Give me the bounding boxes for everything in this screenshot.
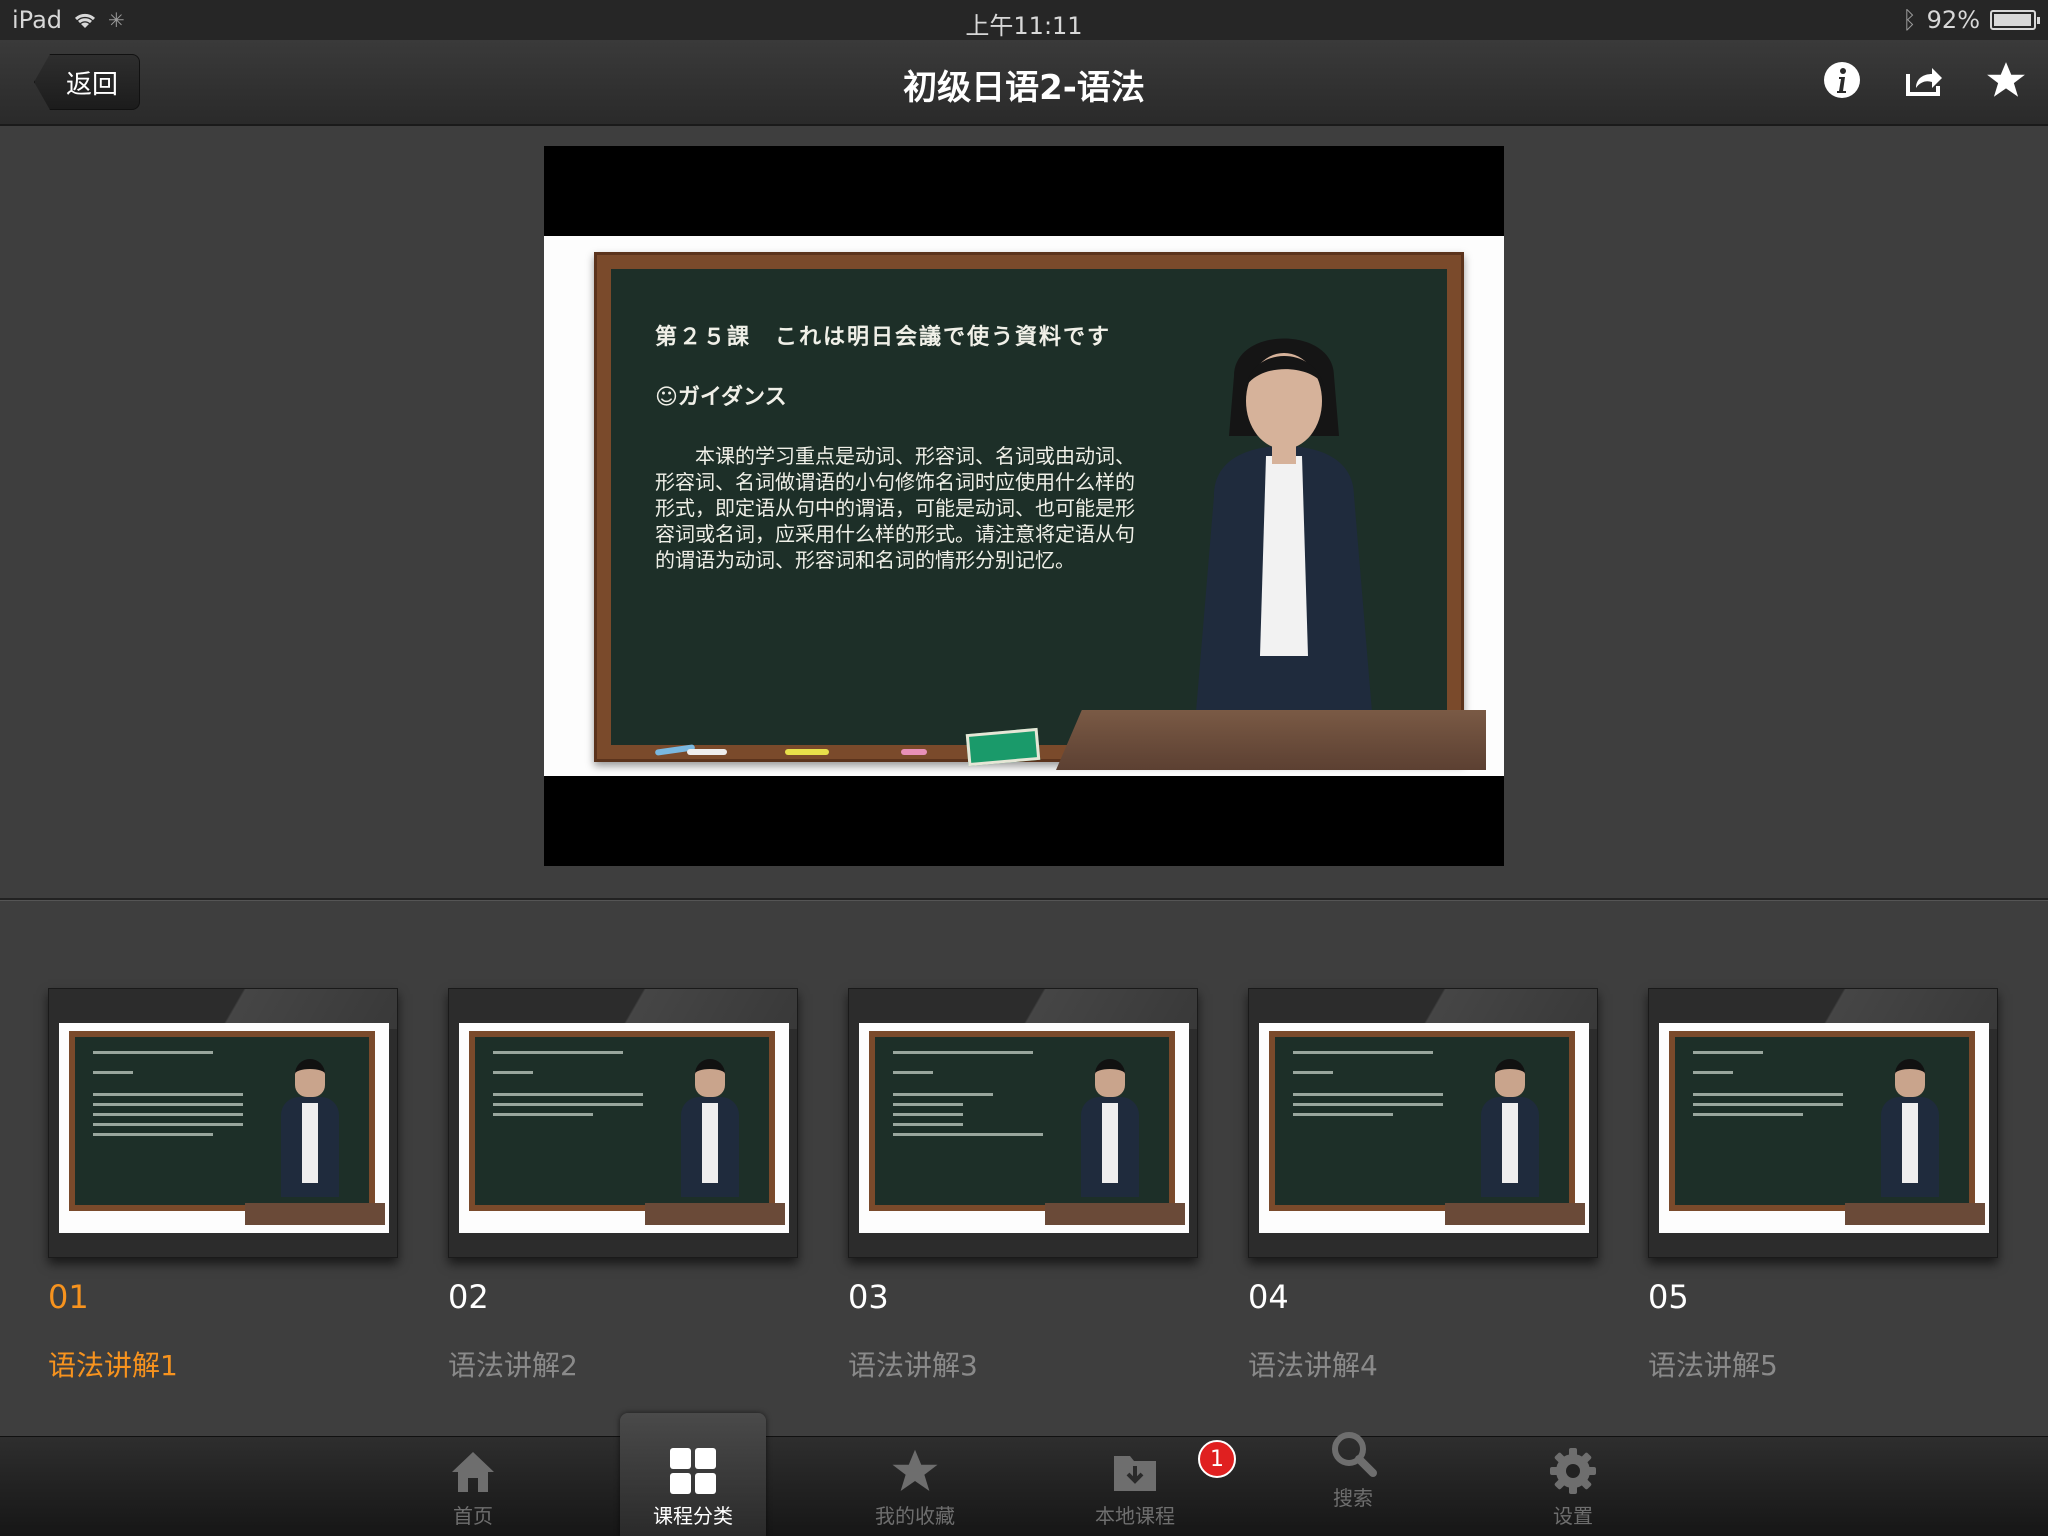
- lesson-thumbnail[interactable]: [448, 988, 798, 1258]
- teacher-figure: [1194, 338, 1374, 736]
- gear-icon: [1550, 1448, 1596, 1494]
- lesson-number: 03: [848, 1278, 889, 1316]
- lesson-thumbnail[interactable]: [48, 988, 398, 1258]
- lesson-title: 语法讲解1: [48, 1349, 178, 1382]
- favorite-button[interactable]: [1984, 58, 2028, 102]
- status-bar: iPad ✳ 上午11:11 ᛒ 92%: [0, 0, 2048, 40]
- lesson-title: 语法讲解2: [448, 1349, 578, 1382]
- tab-label: 课程分类: [653, 1504, 733, 1528]
- info-button[interactable]: [1820, 58, 1864, 102]
- tab-local-courses[interactable]: 本地课程: [1062, 1437, 1208, 1536]
- share-button[interactable]: [1902, 58, 1946, 102]
- tab-label: 首页: [453, 1504, 493, 1528]
- lesson-number: 05: [1648, 1278, 1689, 1316]
- chalk-white: [687, 749, 727, 755]
- tab-label: 设置: [1553, 1504, 1593, 1528]
- lesson-thumbnail[interactable]: [848, 988, 1198, 1258]
- tab-label: 本地课程: [1095, 1504, 1175, 1528]
- star-icon: [892, 1449, 938, 1491]
- tab-search[interactable]: 搜索: [1280, 1432, 1426, 1536]
- lesson-number: 01: [48, 1278, 89, 1316]
- board-subtitle: ☺ガイダンス: [655, 385, 787, 410]
- lesson-title: 语法讲解5: [1648, 1349, 1778, 1382]
- board-body: 本课的学习重点是动词、形容词、名词或由动词、形容词、名词做谓语的小句修饰名词时应…: [655, 444, 1135, 572]
- grid-icon: [670, 1448, 716, 1494]
- status-time: 上午11:11: [965, 12, 1083, 40]
- battery-icon: [1990, 10, 2040, 30]
- lesson-item-03[interactable]: 03 语法讲解3: [848, 988, 1198, 1384]
- bluetooth-icon: ᛒ: [1902, 6, 1917, 34]
- lesson-item-05[interactable]: 05 语法讲解5: [1648, 988, 1998, 1384]
- tab-settings[interactable]: 设置: [1500, 1437, 1646, 1536]
- lesson-thumbnail[interactable]: [1648, 988, 1998, 1258]
- navigation-bar: 返回 初级日语2-语法: [0, 40, 2048, 126]
- info-icon: [1824, 62, 1860, 98]
- board-title: 第２５課 これは明日会議で使う資料です: [655, 325, 1112, 350]
- share-icon: [1906, 68, 1942, 96]
- section-divider: [0, 898, 2048, 900]
- lesson-item-01[interactable]: 01 语法讲解1: [48, 988, 398, 1384]
- battery-percent: 92%: [1926, 6, 1980, 34]
- notification-badge: 1: [1198, 1440, 1236, 1478]
- tab-home[interactable]: 首页: [400, 1437, 546, 1536]
- search-icon: [1332, 1432, 1377, 1477]
- chalk-yellow: [785, 749, 829, 755]
- home-icon: [452, 1452, 494, 1492]
- eraser: [965, 727, 1041, 767]
- lesson-number: 02: [448, 1278, 489, 1316]
- lesson-title: 语法讲解4: [1248, 1349, 1378, 1382]
- download-folder-icon: [1114, 1456, 1156, 1491]
- tab-categories[interactable]: 课程分类: [620, 1413, 766, 1536]
- lesson-thumbnail[interactable]: [1248, 988, 1598, 1258]
- lesson-title: 语法讲解3: [848, 1349, 978, 1382]
- tab-bar: 首页 课程分类 我的收藏 本地课程 搜索 设置: [0, 1413, 2048, 1536]
- page-title: 初级日语2-语法: [903, 68, 1145, 108]
- lesson-number: 04: [1248, 1278, 1289, 1316]
- tab-label: 搜索: [1333, 1486, 1373, 1510]
- video-player[interactable]: 第２５課 これは明日会議で使う資料です ☺ガイダンス 本课的学习重点是动词、形容…: [544, 146, 1504, 866]
- lesson-item-04[interactable]: 04 语法讲解4: [1248, 988, 1598, 1384]
- star-icon: [1987, 62, 2025, 97]
- podium: [1056, 710, 1486, 770]
- chalk-pink: [901, 749, 927, 755]
- lesson-item-02[interactable]: 02 语法讲解2: [448, 988, 798, 1384]
- video-frame: 第２５課 これは明日会議で使う資料です ☺ガイダンス 本课的学习重点是动词、形容…: [544, 236, 1504, 776]
- tab-favorites[interactable]: 我的收藏: [842, 1437, 988, 1536]
- tab-label: 我的收藏: [875, 1504, 955, 1528]
